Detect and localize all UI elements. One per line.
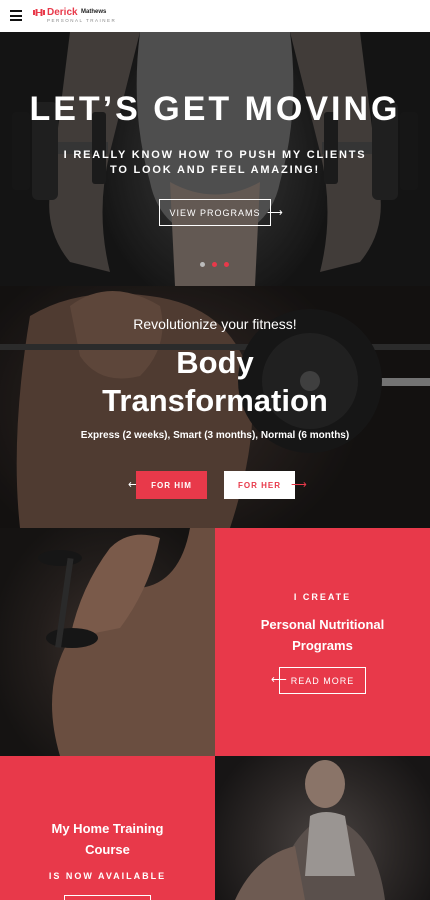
for-him-button[interactable]: FOR HIM: [136, 471, 207, 499]
for-her-button[interactable]: FOR HER: [224, 471, 295, 499]
slider-dot-3[interactable]: [224, 262, 229, 267]
home-training-title-line2: Course: [85, 842, 130, 857]
hero-subtitle-line2: TO LOOK AND FEEL AMAZING!: [110, 164, 320, 176]
arrow-right-icon: ⟶: [291, 479, 307, 491]
home-training-button[interactable]: [64, 895, 151, 900]
logo-last-name: Mathews: [81, 9, 107, 15]
view-programs-button[interactable]: VIEW PROGRAMS: [159, 199, 271, 226]
home-training-card: My Home Training Course IS NOW AVAILABLE: [0, 756, 215, 900]
read-more-button[interactable]: READ MORE: [279, 667, 366, 694]
home-training-title: My Home Training Course: [0, 818, 215, 860]
transformation-kicker: Revolutionize your fitness!: [133, 316, 297, 332]
slider-dot-1[interactable]: [200, 262, 205, 267]
transformation-title-line1: Body: [176, 345, 254, 380]
hero-subtitle-line1: I REALLY KNOW HOW TO PUSH MY CLIENTS: [63, 149, 367, 161]
transformation-title-line2: Transformation: [102, 383, 328, 418]
nutrition-card: I CREATE Personal Nutritional Programs ⟵…: [215, 528, 430, 756]
transformation-title: Body Transformation: [0, 344, 430, 420]
slider-dots: [200, 262, 232, 270]
slider-dot-2[interactable]: [212, 262, 217, 267]
dumbbell-man-image: [38, 528, 215, 756]
woman-training-image: [235, 760, 385, 900]
nutrition-title: Personal Nutritional Programs: [215, 614, 430, 656]
nutrition-kicker: I CREATE: [293, 592, 352, 602]
hero-subtitle: I REALLY KNOW HOW TO PUSH MY CLIENTS TO …: [0, 148, 430, 178]
home-training-title-line1: My Home Training: [51, 821, 164, 836]
site-header: Derick Mathews PERSONAL TRAINER: [0, 0, 430, 32]
nutrition-title-line2: Programs: [292, 638, 353, 653]
hamburger-menu-icon[interactable]: [10, 10, 22, 21]
home-training-kicker: IS NOW AVAILABLE: [48, 871, 167, 881]
dumbbell-icon: [33, 9, 45, 16]
hero-slider: LET’S GET MOVING I REALLY KNOW HOW TO PU…: [0, 32, 430, 286]
body-transformation-section: Revolutionize your fitness! Body Transfo…: [0, 286, 430, 528]
arrow-right-icon: ⟶: [267, 207, 283, 219]
logo-first-name: Derick: [47, 7, 78, 18]
hero-title: LET’S GET MOVING: [29, 90, 401, 128]
woman-training-photo: [215, 756, 430, 900]
transformation-description: Express (2 weeks), Smart (3 months), Nor…: [80, 430, 350, 441]
dumbbell-man-photo: [0, 528, 215, 756]
nutrition-title-line1: Personal Nutritional: [260, 617, 385, 632]
logo-tagline: PERSONAL TRAINER: [47, 18, 117, 23]
